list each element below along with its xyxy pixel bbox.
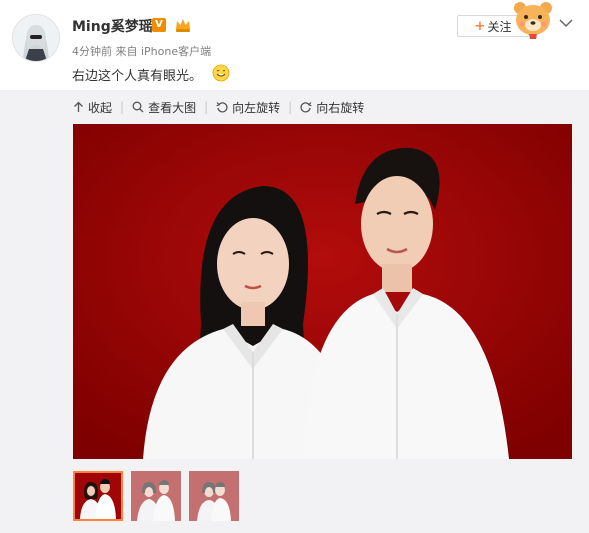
rotate-right-button[interactable]: 向右旋转 [300,99,364,116]
smile-emoji-icon [212,64,230,82]
mascot-icon [510,0,556,40]
thumbnail-3[interactable] [189,471,239,521]
rotate-right-label: 向右旋转 [316,100,365,115]
toolbar-divider: | [120,100,125,114]
rotate-left-label: 向左旋转 [232,100,281,115]
chevron-down-icon[interactable] [559,13,573,28]
rotate-left-icon [216,102,228,113]
avatar[interactable] [12,14,60,62]
post-header: Ming奚梦瑶 V 4分钟前 来自 iPhone客户端 右边这个人真有眼光。 +… [0,0,589,90]
post-text: 右边这个人真有眼光。 [72,69,203,84]
crown-icon [174,16,192,34]
plus-icon: + [474,18,486,34]
post-meta: 4分钟前 来自 iPhone客户端 [72,45,212,58]
username[interactable]: Ming奚梦瑶 [72,16,153,36]
toolbar-divider: | [288,100,293,114]
view-large-label: 查看大图 [148,100,197,115]
thumbnail-2[interactable] [131,471,181,521]
toolbar-divider: | [204,100,209,114]
collapse-button[interactable]: 收起 [73,99,112,116]
follow-label: 关注 [487,19,512,34]
search-icon [132,101,144,113]
rotate-right-icon [300,102,312,113]
rotate-left-button[interactable]: 向左旋转 [216,99,280,116]
media-toolbar: 收起 | 查看大图 | 向左旋转 | 向右旋转 [73,98,364,116]
arrow-up-icon [74,101,83,112]
vip-badge-icon: V [152,18,166,32]
main-photo[interactable] [73,124,572,459]
thumbnail-1[interactable] [73,471,123,521]
view-large-button[interactable]: 查看大图 [132,99,196,116]
collapse-label: 收起 [88,100,113,115]
media-area: 收起 | 查看大图 | 向左旋转 | 向右旋转 [0,90,589,533]
thumbnail-strip [73,471,239,521]
